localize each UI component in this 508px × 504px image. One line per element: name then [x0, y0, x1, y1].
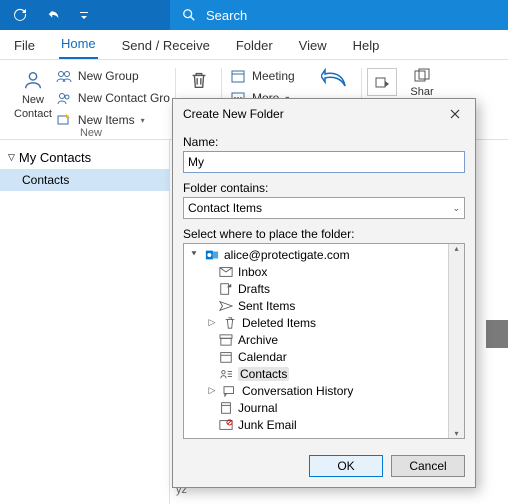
- sent-icon: [218, 299, 234, 313]
- archive-icon: [218, 333, 234, 347]
- qat-dropdown-icon[interactable]: [80, 7, 88, 23]
- nav-contacts[interactable]: Contacts: [0, 169, 169, 191]
- chevron-down-icon: ▽: [8, 152, 15, 163]
- expand-icon[interactable]: ▷: [206, 317, 218, 328]
- chevron-down-icon: ▾: [141, 116, 145, 125]
- expand-icon[interactable]: ▷: [206, 385, 218, 396]
- conversation-icon: [222, 384, 238, 398]
- tree-scrollbar[interactable]: [448, 244, 464, 438]
- meeting-button[interactable]: Meeting: [230, 66, 300, 86]
- search-placeholder: Search: [206, 8, 247, 23]
- share-icon: [414, 68, 430, 84]
- tree-drafts[interactable]: Drafts: [184, 280, 448, 297]
- contains-label: Folder contains:: [183, 181, 465, 195]
- tree-root[interactable]: ⯆ alice@protectigate.com: [184, 246, 448, 263]
- move-icon: [374, 74, 390, 90]
- search-box[interactable]: Search: [170, 0, 508, 30]
- tab-file[interactable]: File: [12, 32, 37, 59]
- trash-icon: [188, 68, 210, 92]
- tree-sent[interactable]: Sent Items: [184, 297, 448, 314]
- tab-folder[interactable]: Folder: [234, 32, 275, 59]
- tree-junk[interactable]: Junk Email: [184, 416, 448, 433]
- tree-conversation[interactable]: ▷ Conversation History: [184, 382, 448, 399]
- qat-left: [0, 0, 170, 30]
- cancel-button[interactable]: Cancel: [391, 455, 465, 477]
- create-folder-dialog: Create New Folder Name: Folder contains:…: [172, 98, 476, 488]
- group-label-new: New: [6, 127, 176, 139]
- close-icon: [450, 109, 460, 119]
- journal-icon: [218, 401, 234, 415]
- junk-icon: [218, 418, 234, 432]
- tree-journal[interactable]: Journal: [184, 399, 448, 416]
- quick-access-toolbar: Search: [0, 0, 508, 30]
- reply-arrow-button[interactable]: [311, 64, 359, 92]
- person-icon: [21, 68, 45, 92]
- refresh-icon[interactable]: [12, 7, 28, 23]
- scroll-thumb[interactable]: [486, 320, 508, 348]
- contacts-icon: [218, 367, 234, 381]
- tree-deleted[interactable]: ▷ Deleted Items: [184, 314, 448, 331]
- new-contact-group-button[interactable]: New Contact Gro: [56, 88, 170, 108]
- tab-send-receive[interactable]: Send / Receive: [120, 32, 212, 59]
- menu-tabs: File Home Send / Receive Folder View Hel…: [0, 30, 508, 60]
- place-label: Select where to place the folder:: [183, 227, 465, 241]
- contact-group-icon: [56, 90, 72, 106]
- tab-home[interactable]: Home: [59, 30, 98, 59]
- undo-icon[interactable]: [46, 7, 62, 23]
- tree-calendar[interactable]: Calendar: [184, 348, 448, 365]
- folder-tree[interactable]: ⯆ alice@protectigate.com Inbox Drafts Se…: [184, 244, 448, 438]
- new-items-icon: [56, 112, 72, 128]
- move-button[interactable]: [367, 68, 397, 96]
- close-button[interactable]: [443, 102, 467, 126]
- tab-view[interactable]: View: [297, 32, 329, 59]
- calendar-icon: [230, 68, 246, 84]
- ok-button[interactable]: OK: [309, 455, 383, 477]
- inbox-icon: [218, 265, 234, 279]
- tab-help[interactable]: Help: [351, 32, 382, 59]
- name-input[interactable]: [183, 151, 465, 173]
- drafts-icon: [218, 282, 234, 296]
- collapse-icon[interactable]: ⯆: [188, 249, 200, 260]
- dialog-title: Create New Folder: [183, 107, 284, 121]
- search-icon: [182, 8, 196, 22]
- nav-heading[interactable]: ▽ My Contacts: [0, 146, 169, 169]
- tree-archive[interactable]: Archive: [184, 331, 448, 348]
- trash-icon: [222, 316, 238, 330]
- contains-select[interactable]: Contact Items ⌄: [183, 197, 465, 219]
- tree-contacts[interactable]: Contacts: [184, 365, 448, 382]
- reply-arrow-icon: [321, 68, 349, 92]
- name-label: Name:: [183, 135, 465, 149]
- outlook-icon: [204, 248, 220, 262]
- new-group-button[interactable]: New Group: [56, 66, 170, 86]
- delete-button[interactable]: [175, 64, 223, 92]
- tree-inbox[interactable]: Inbox: [184, 263, 448, 280]
- calendar-icon: [218, 350, 234, 364]
- chevron-down-icon: ⌄: [452, 203, 460, 214]
- group-icon: [56, 68, 72, 84]
- folder-nav: ▽ My Contacts Contacts: [0, 140, 170, 504]
